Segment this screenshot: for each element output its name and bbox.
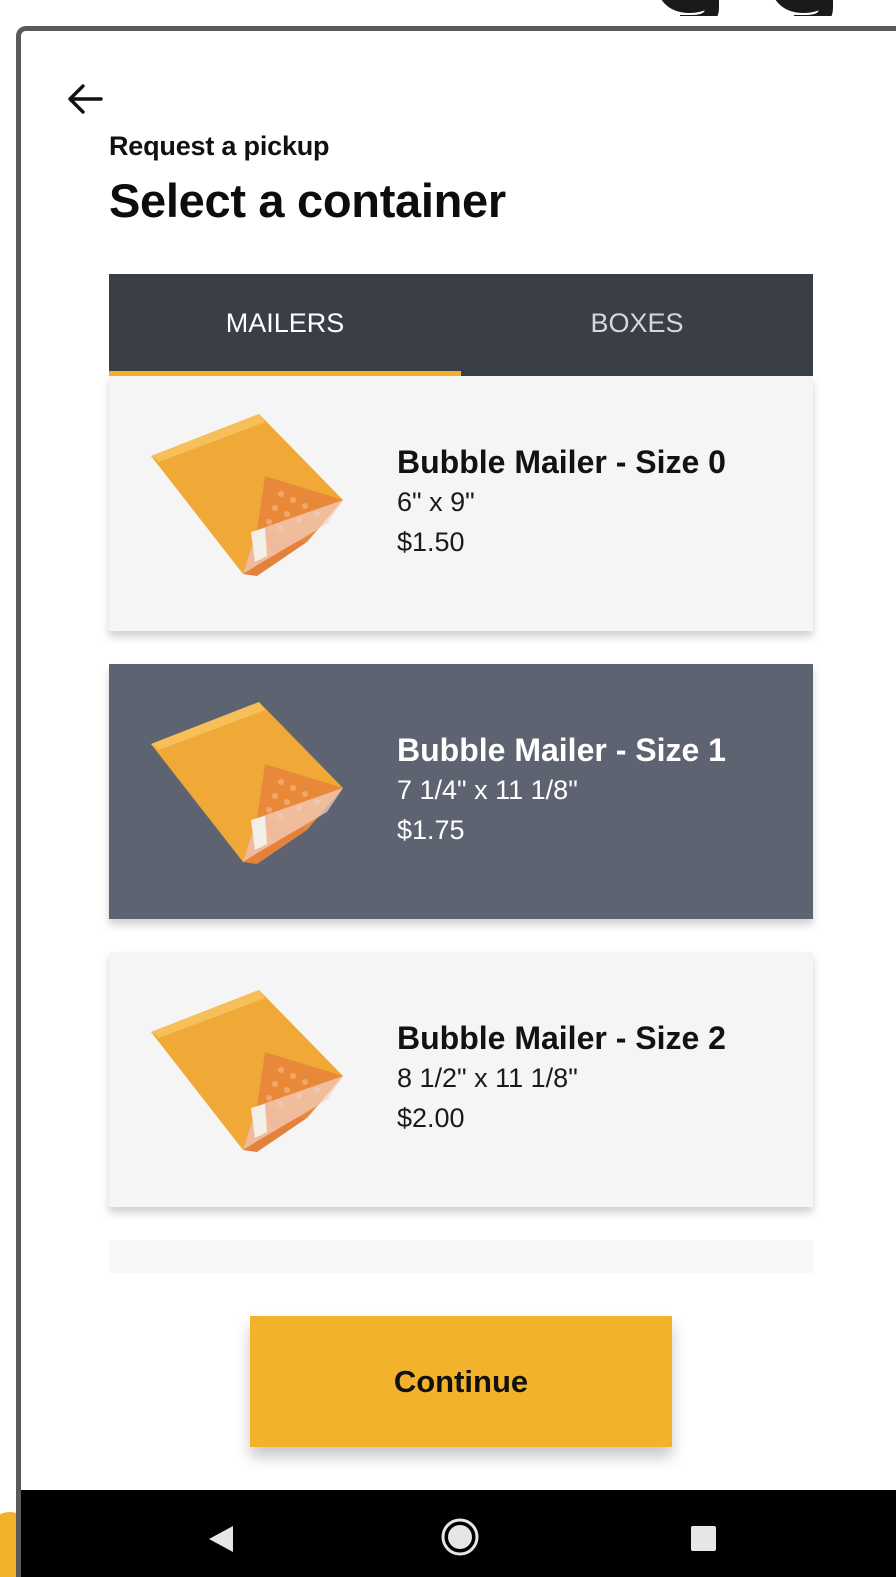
tab-mailers-label: MAILERS [225,307,345,338]
tab-boxes[interactable]: BOXES [461,274,813,376]
app-screen: Request a pickup Select a container MAIL… [21,31,896,1577]
continue-button[interactable]: Continue [250,1316,672,1447]
stage: Request a pickup Select a container MAIL… [0,0,896,1577]
item-info: Bubble Mailer - Size 2 8 1/2" x 11 1/8" … [397,1018,726,1138]
tab-bar: MAILERS BOXES [109,274,813,376]
tab-boxes-label: BOXES [590,307,684,338]
list-item-size-1[interactable]: Bubble Mailer - Size 1 7 1/4" x 11 1/8" … [109,664,813,919]
phone-frame: Request a pickup Select a container MAIL… [16,26,896,1577]
cropped-heading-glyphs [661,0,833,16]
item-name: Bubble Mailer - Size 2 [397,1020,726,1056]
square-recents-icon[interactable] [691,1526,716,1551]
list-item-size-0[interactable]: Bubble Mailer - Size 0 6" x 9" $1.50 [109,376,813,631]
page-title: Select a container [109,174,506,227]
item-info: Bubble Mailer - Size 1 7 1/4" x 11 1/8" … [397,730,726,850]
circle-home-icon[interactable] [441,1518,479,1556]
triangle-left-icon[interactable] [205,1524,235,1554]
item-price: $1.75 [397,815,465,845]
item-name: Bubble Mailer - Size 1 [397,732,726,768]
item-dimensions: 8 1/2" x 11 1/8" [397,1063,578,1093]
system-nav-bar [21,1490,896,1577]
bubble-mailer-image [151,702,343,864]
item-dimensions: 7 1/4" x 11 1/8" [397,775,578,805]
list-item-partial[interactable] [109,1240,813,1273]
bubble-mailer-image [151,990,343,1152]
tab-mailers[interactable]: MAILERS [109,274,461,376]
item-price: $1.50 [397,527,465,557]
item-price: $2.00 [397,1103,465,1133]
list-item-size-2[interactable]: Bubble Mailer - Size 2 8 1/2" x 11 1/8" … [109,952,813,1207]
bubble-mailer-image [151,414,343,576]
item-info: Bubble Mailer - Size 0 6" x 9" $1.50 [397,442,726,562]
page-subtitle: Request a pickup [109,131,330,161]
item-dimensions: 6" x 9" [397,487,475,517]
arrow-left-icon[interactable] [65,79,105,119]
item-name: Bubble Mailer - Size 0 [397,444,726,480]
